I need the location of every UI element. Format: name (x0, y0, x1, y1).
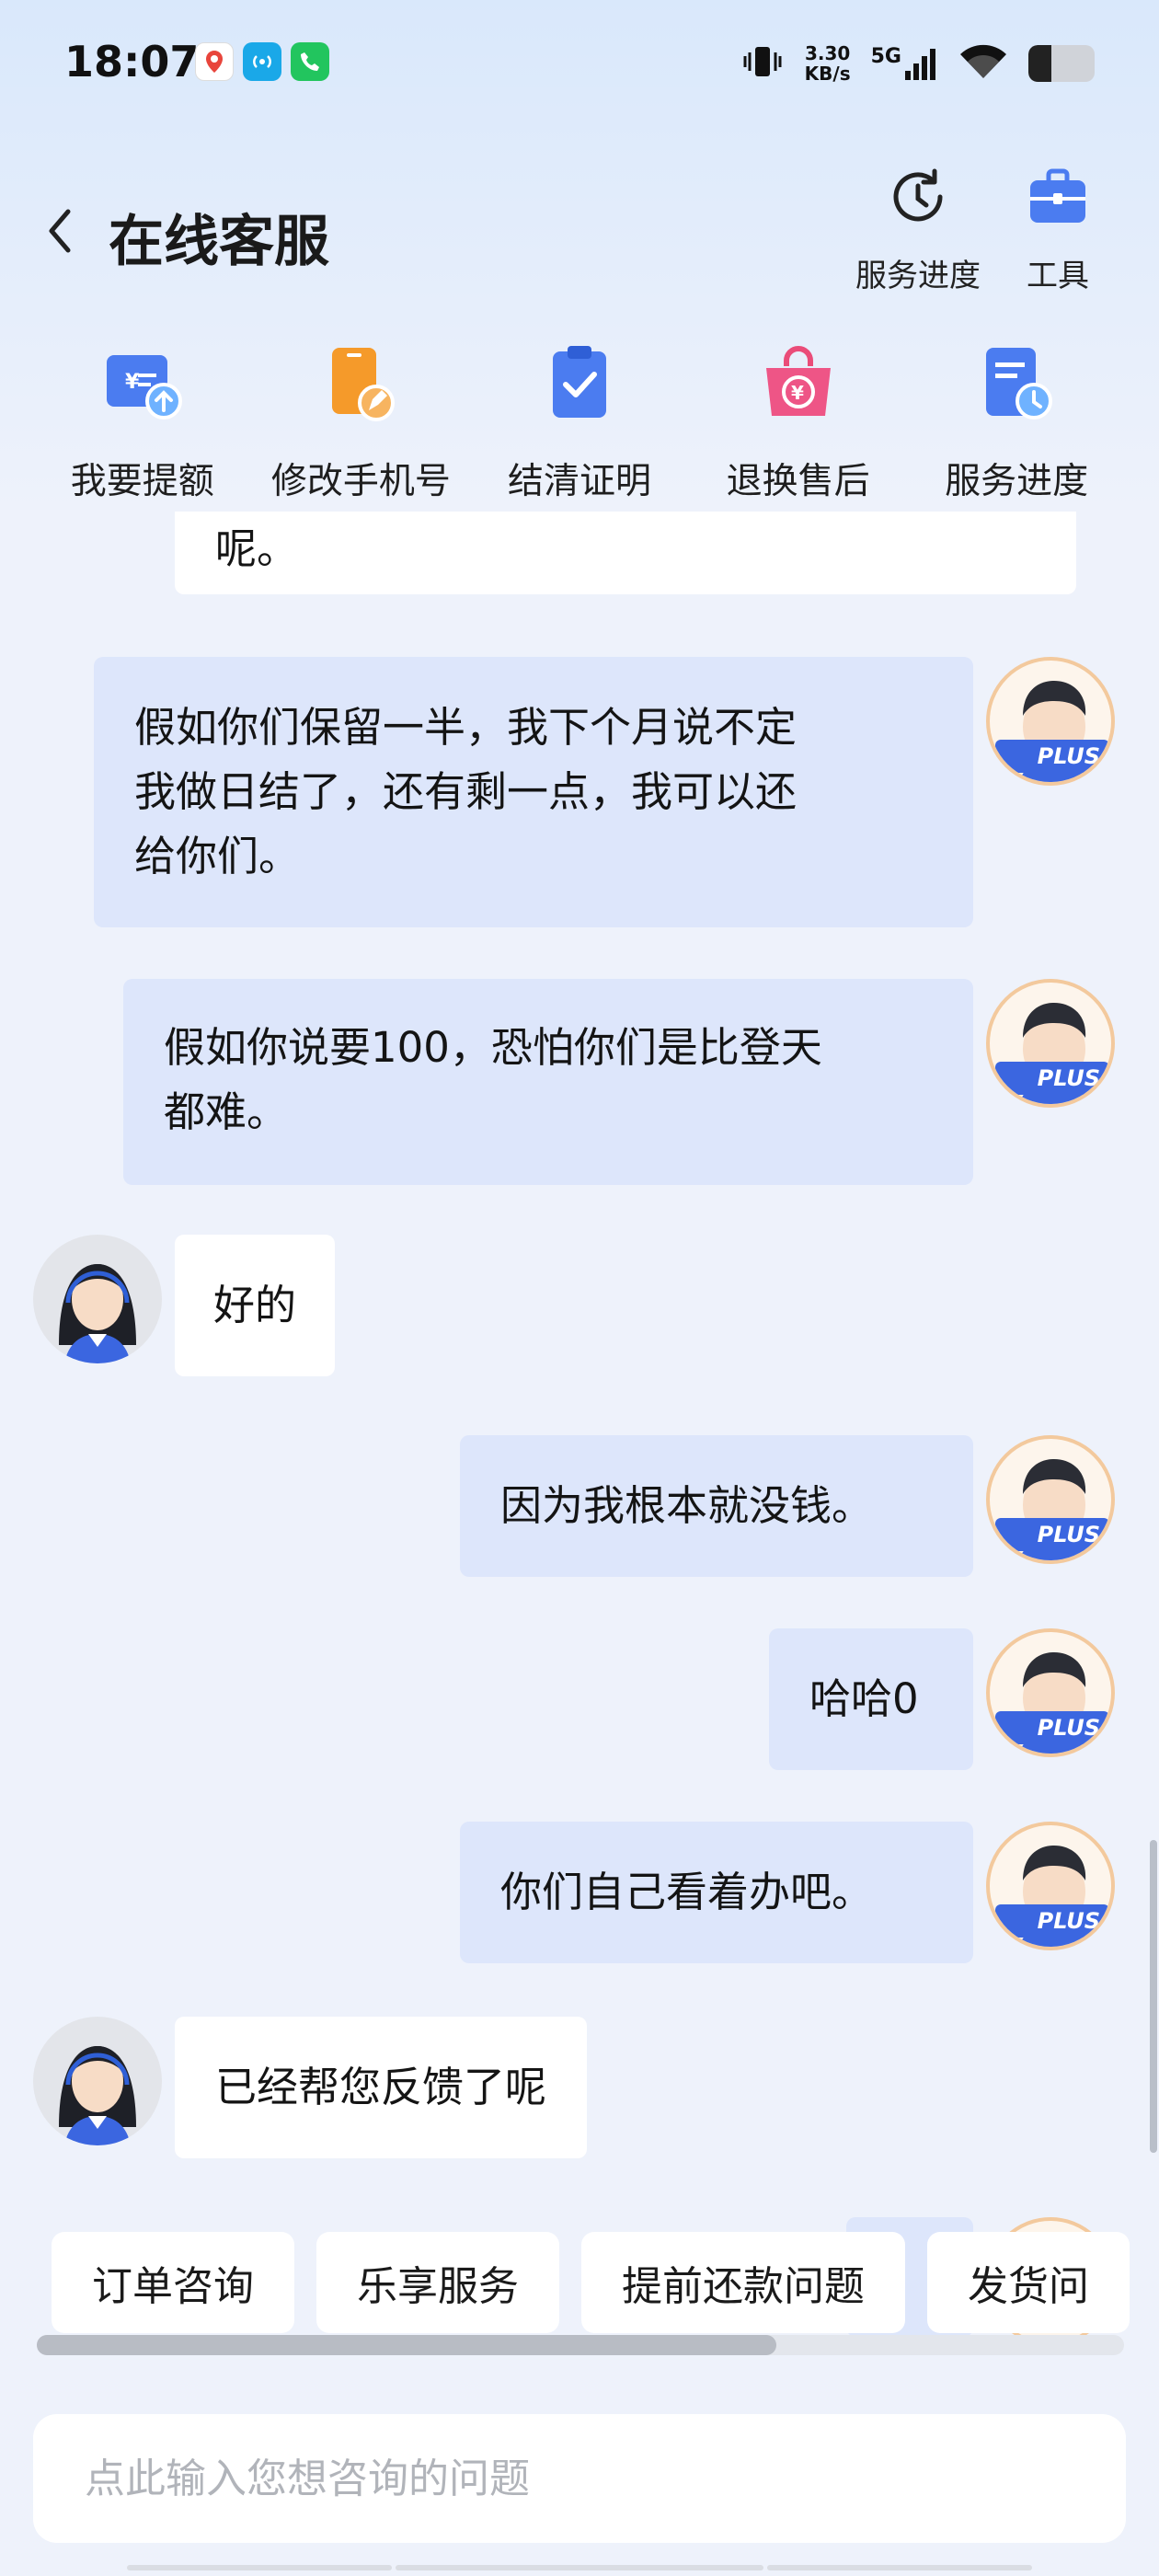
plus-badge: PLUS (995, 1711, 1109, 1744)
page-title: 在线客服 (109, 210, 329, 274)
status-bar: 18:07 3.30 KB/s 5G (0, 0, 1159, 129)
quick-entry-label: 结清证明 (507, 461, 651, 502)
wallet-upgrade-icon: ¥ (101, 342, 184, 425)
quick-entry-row: ¥ 我要提额 修改手机号 结清证明 ¥ 退换售后 服务进度 (0, 342, 1159, 508)
message-text: 你们自己看着办吧。 (500, 1868, 874, 1916)
message-input-container[interactable] (33, 2414, 1126, 2543)
message-text: 呢。 (215, 524, 299, 573)
maps-app-icon (195, 42, 234, 81)
agent-avatar-icon (59, 2046, 136, 2145)
chip-shipping[interactable]: 发货问 (927, 2232, 1130, 2333)
bottom-divider (396, 2565, 763, 2570)
vibrate-icon (740, 43, 785, 84)
quick-entry-service-progress[interactable]: 服务进度 (911, 342, 1122, 508)
plus-badge: PLUS (995, 740, 1109, 773)
user-message-bubble: 哈哈0 (769, 1628, 973, 1770)
chevron-left-icon (49, 209, 71, 253)
chip-early-repayment[interactable]: 提前还款问题 (581, 2232, 905, 2333)
chips-scrollbar-thumb[interactable] (37, 2335, 776, 2355)
message-text: 好的 (213, 1281, 297, 1329)
tools-button[interactable]: 工具 (1023, 162, 1093, 295)
hotspot-app-icon (243, 42, 281, 81)
quick-entry-credit-increase[interactable]: ¥ 我要提额 (37, 342, 248, 508)
bottom-divider (127, 2565, 392, 2570)
chat-message-list[interactable]: 呢。 假如你们保留一半，我下个月说不定 我做日结了，还有剩一点，我可以还 给你们… (0, 512, 1159, 2342)
quick-entry-label: 修改手机号 (270, 461, 451, 502)
quick-entry-label: 退换售后 (726, 461, 870, 502)
battery-icon (1028, 45, 1095, 82)
message-text: 哈哈0 (809, 1674, 919, 1723)
user-message-bubble: 因为我根本就没钱。 (460, 1435, 973, 1577)
user-message-bubble: 你们自己看着办吧。 (460, 1822, 973, 1963)
agent-message-bubble: 呢。 (175, 512, 1076, 594)
user-avatar[interactable]: PLUS (986, 1435, 1115, 1564)
agent-message-bubble: 好的 (175, 1235, 336, 1376)
toolbox-icon (1023, 162, 1093, 236)
svg-text:¥: ¥ (125, 371, 140, 394)
user-message-bubble: 假如你说要100，恐怕你们是比登天 都难。 (123, 979, 973, 1185)
document-clock-icon (975, 342, 1058, 425)
agent-avatar[interactable] (33, 1235, 162, 1363)
quick-entry-label: 服务进度 (945, 461, 1089, 502)
agent-avatar-icon (59, 1264, 136, 1363)
agent-message-bubble: 已经帮您反馈了呢 (175, 2017, 588, 2158)
service-progress-label: 服务进度 (855, 258, 981, 294)
chip-lexiang-service[interactable]: 乐享服务 (316, 2232, 559, 2333)
message-line: 都难。 (164, 1087, 289, 1136)
message-text: 因为我根本就没钱。 (500, 1481, 874, 1530)
clipboard-check-icon (538, 342, 621, 425)
user-avatar[interactable]: PLUS (986, 1628, 1115, 1757)
quick-entry-after-sales[interactable]: ¥ 退换售后 (693, 342, 904, 508)
wifi-icon (958, 43, 1008, 84)
agent-avatar[interactable] (33, 2017, 162, 2145)
plus-badge: PLUS (995, 1062, 1109, 1095)
user-avatar[interactable]: PLUS (986, 979, 1115, 1108)
user-avatar[interactable]: PLUS (986, 657, 1115, 786)
phone-app-icon (291, 42, 329, 81)
message-input[interactable] (33, 2414, 1126, 2543)
signal-bars-icon (905, 49, 935, 80)
net-speed-value: 3.30 (804, 42, 851, 64)
user-message-bubble: 假如你们保留一半，我下个月说不定 我做日结了，还有剩一点，我可以还 给你们。 (94, 657, 973, 927)
quick-entry-settlement-proof[interactable]: 结清证明 (474, 342, 685, 508)
message-line: 给你们。 (134, 832, 301, 880)
plus-badge: PLUS (995, 1904, 1109, 1938)
message-line: 假如你说要100，恐怕你们是比登天 (164, 1023, 822, 1072)
cellular-signal: 5G (871, 45, 938, 82)
chips-scrollbar[interactable] (37, 2335, 1124, 2355)
shopping-bag-refund-icon: ¥ (757, 342, 840, 425)
chip-order-inquiry[interactable]: 订单咨询 (52, 2232, 294, 2333)
battery-fill (1028, 45, 1052, 82)
plus-badge: PLUS (995, 1518, 1109, 1551)
bottom-divider (767, 2565, 1032, 2570)
tools-label: 工具 (1027, 258, 1089, 294)
network-type: 5G (870, 45, 901, 68)
user-avatar[interactable]: PLUS (986, 1822, 1115, 1950)
service-progress-button[interactable]: 服务进度 (855, 162, 981, 295)
net-speed: 3.30 KB/s (805, 43, 851, 84)
quick-entry-label: 我要提额 (70, 461, 214, 502)
status-time: 18:07 (64, 37, 200, 86)
net-speed-unit: KB/s (804, 63, 851, 85)
edit-phone-icon (319, 342, 402, 425)
back-button[interactable] (37, 201, 83, 261)
quick-entry-change-phone[interactable]: 修改手机号 (255, 342, 466, 508)
svg-text:¥: ¥ (791, 382, 804, 404)
status-right-group: 3.30 KB/s 5G (740, 40, 1095, 86)
clock-history-icon (883, 162, 953, 236)
message-line: 假如你们保留一半，我下个月说不定 (134, 703, 798, 752)
chat-scrollbar-thumb[interactable] (1150, 1840, 1157, 2153)
message-text: 已经帮您反馈了呢 (215, 2063, 547, 2111)
message-line: 我做日结了，还有剩一点，我可以还 (134, 767, 798, 816)
quick-question-chips: 订单咨询 乐享服务 提前还款问题 发货问 (0, 2232, 1159, 2333)
